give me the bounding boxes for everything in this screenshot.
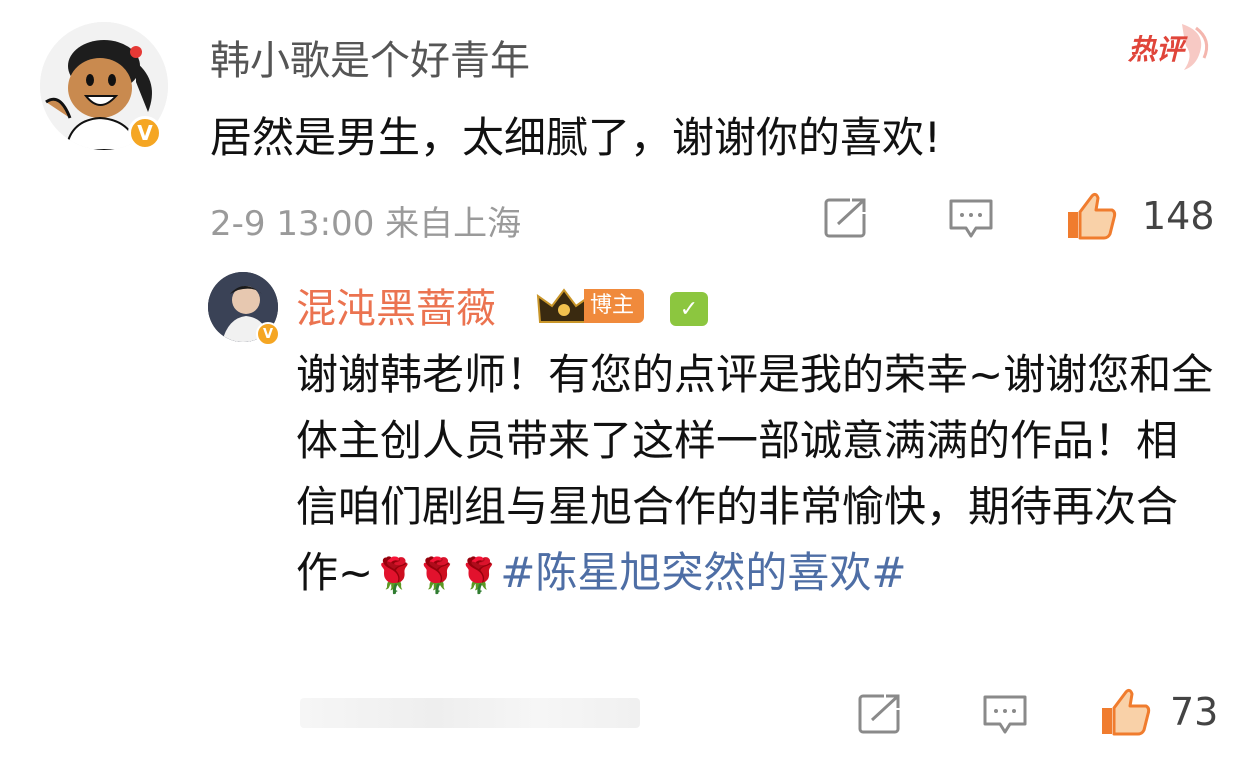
replier-verified-mark: V bbox=[262, 326, 274, 342]
share-icon bbox=[824, 196, 870, 238]
reply-like-count: 73 bbox=[1170, 690, 1219, 734]
reply-meta-blurred bbox=[300, 698, 640, 728]
comment-icon bbox=[949, 199, 993, 238]
like-button[interactable] bbox=[1066, 190, 1118, 242]
verified-badge-icon: V bbox=[128, 116, 162, 150]
comment-text: 居然是男生，太细腻了，谢谢你的喜欢! bbox=[210, 113, 941, 162]
reply-like-button[interactable] bbox=[1100, 686, 1152, 738]
reply-comment-button[interactable] bbox=[982, 694, 1028, 736]
comment-button[interactable] bbox=[948, 198, 994, 240]
comment-icon bbox=[983, 695, 1027, 734]
reply-share-button[interactable] bbox=[858, 692, 904, 734]
thumbs-up-icon bbox=[1102, 688, 1151, 736]
replier-username[interactable]: 混沌黑蔷薇 bbox=[296, 276, 496, 334]
rose-emoji-icon: 🌹🌹🌹 bbox=[373, 556, 501, 596]
check-mark: ✓ bbox=[679, 296, 699, 322]
hashtag-link[interactable]: #陈星旭突然的喜欢# bbox=[500, 548, 906, 597]
comment-location: 来自上海 bbox=[385, 204, 522, 244]
reply-text: 谢谢韩老师！有您的点评是我的荣幸~谢谢您和全体主创人员带来了这样一部诚意满满的作… bbox=[296, 342, 1216, 609]
comment-meta: 2-9 13:00 来自上海 bbox=[210, 196, 521, 245]
verified-mark: V bbox=[137, 121, 153, 145]
hot-comment-label: 热评 bbox=[1128, 33, 1185, 66]
hot-comment-badge: 热评 bbox=[1124, 22, 1214, 72]
share-button[interactable] bbox=[824, 196, 870, 238]
thumbs-up-icon bbox=[1068, 192, 1117, 240]
like-count: 148 bbox=[1142, 194, 1215, 238]
commenter-username[interactable]: 韩小歌是个好青年 bbox=[210, 28, 530, 86]
blogger-label: 博主 bbox=[584, 289, 645, 323]
replier-verified-badge-icon: V bbox=[256, 322, 280, 346]
share-icon bbox=[858, 692, 904, 734]
blogger-badge: 博主 bbox=[536, 286, 645, 326]
comment-date: 2-9 13:00 bbox=[210, 204, 375, 244]
check-badge-icon: ✓ bbox=[670, 292, 708, 326]
